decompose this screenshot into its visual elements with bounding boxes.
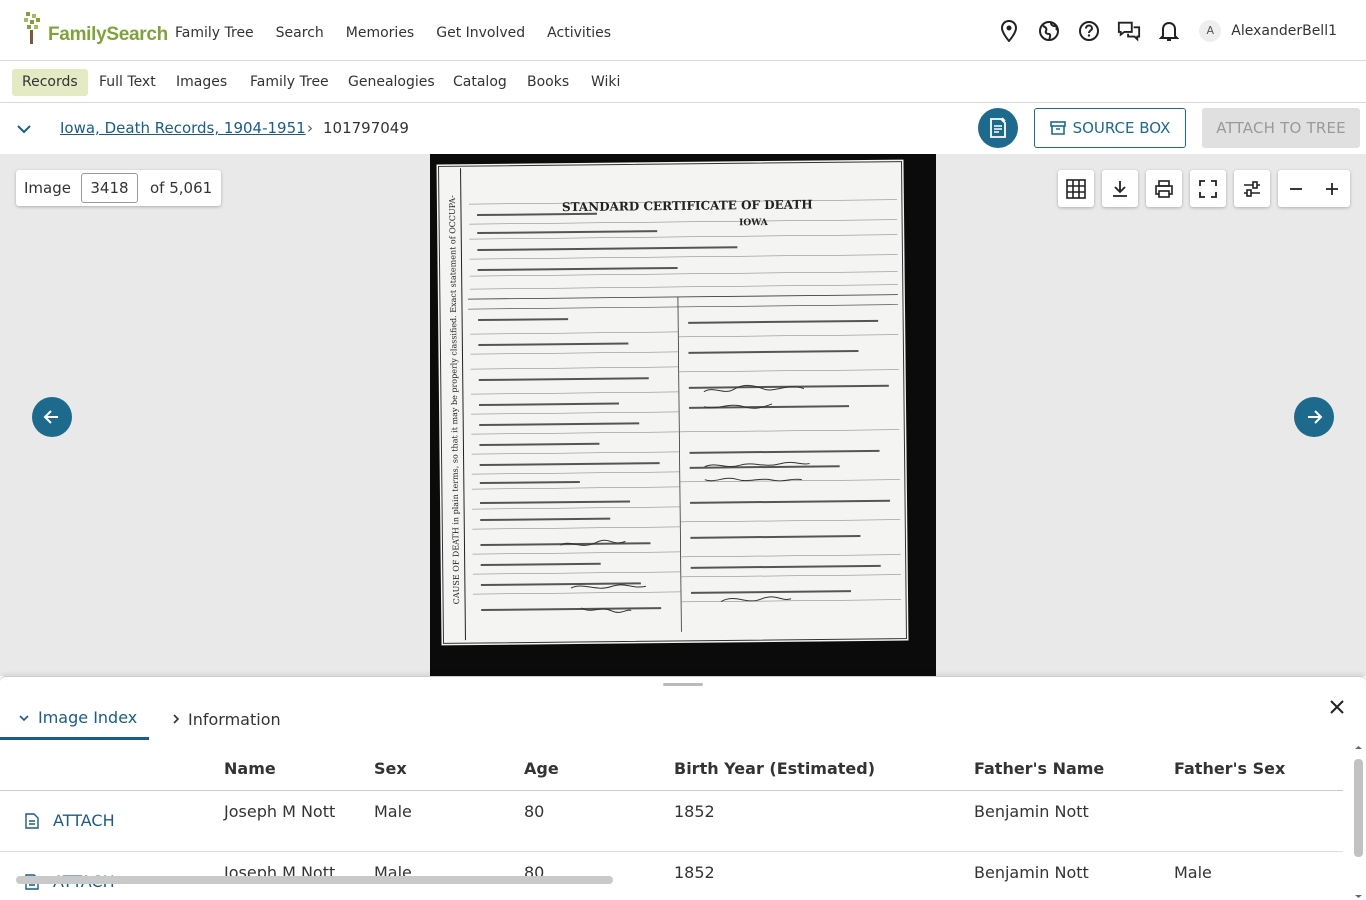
image-label: Image xyxy=(24,179,71,197)
nav-search[interactable]: Search xyxy=(276,25,324,41)
grid-icon xyxy=(1066,178,1086,199)
plus-icon xyxy=(1326,182,1338,195)
nav-memories[interactable]: Memories xyxy=(346,25,414,41)
main-nav: Family Tree Search Memories Get Involved… xyxy=(175,25,633,41)
tab-information-label: Information xyxy=(188,709,281,729)
horizontal-scroll-thumb[interactable] xyxy=(16,876,613,884)
record-image[interactable]: CAUSE OF DEATH in plain terms, so that i… xyxy=(430,154,936,676)
table-row: ATTACH Joseph M Nott Male 80 1852 Benjam… xyxy=(0,791,1343,852)
previous-image-button[interactable] xyxy=(32,397,72,437)
cell-fathers-name: Benjamin Nott xyxy=(974,863,1089,882)
column-header-fathers-name[interactable]: Father's Name xyxy=(974,759,1104,778)
adjust-image-button[interactable] xyxy=(1234,170,1270,207)
source-box-label: SOURCE BOX xyxy=(1072,119,1171,137)
sliders-icon xyxy=(1244,180,1260,197)
arrow-left-icon xyxy=(43,410,58,424)
tab-image-index-label: Image Index xyxy=(38,708,138,727)
cell-birth-year: 1852 xyxy=(674,802,715,821)
zoom-controls xyxy=(1278,170,1350,207)
column-header-age[interactable]: Age xyxy=(524,759,559,778)
cell-name: Joseph M Nott xyxy=(224,802,336,821)
print-button[interactable] xyxy=(1146,170,1182,207)
breadcrumb-separator: › xyxy=(307,119,313,137)
breadcrumb-collection-link[interactable]: Iowa, Death Records, 1904-1951 xyxy=(60,119,306,137)
subnav-wiki[interactable]: Wiki xyxy=(581,69,630,96)
cell-fathers-name: Benjamin Nott xyxy=(974,802,1089,821)
attach-label: ATTACH xyxy=(53,811,115,830)
cell-sex: Male xyxy=(374,802,412,821)
globe-icon[interactable] xyxy=(1037,19,1061,43)
source-box-button[interactable]: SOURCE BOX xyxy=(1034,108,1186,148)
death-certificate-scan: CAUSE OF DEATH in plain terms, so that i… xyxy=(436,159,909,646)
grid-view-button[interactable] xyxy=(1058,170,1094,207)
subnav-books[interactable]: Books xyxy=(517,69,579,96)
fullscreen-button[interactable] xyxy=(1190,170,1226,207)
help-icon[interactable] xyxy=(1077,19,1101,43)
download-button[interactable] xyxy=(1102,170,1138,207)
subnav-images[interactable]: Images xyxy=(166,69,237,96)
zoom-out-button[interactable] xyxy=(1281,174,1311,204)
nav-family-tree[interactable]: Family Tree xyxy=(175,25,254,41)
nav-activities[interactable]: Activities xyxy=(547,25,611,41)
tree-logo-icon xyxy=(24,12,40,44)
arrow-right-icon xyxy=(1308,410,1323,424)
zoom-in-button[interactable] xyxy=(1317,174,1347,204)
subnav-records[interactable]: Records xyxy=(12,69,88,96)
subnav-full-text[interactable]: Full Text xyxy=(89,69,166,96)
header-icons: A AlexanderBell1 xyxy=(997,0,1366,61)
archive-box-icon xyxy=(1049,121,1066,135)
certificate-state: IOWA xyxy=(739,217,768,229)
close-panel-button[interactable] xyxy=(1327,697,1347,717)
username[interactable]: AlexanderBell1 xyxy=(1231,23,1337,39)
panel-resize-handle[interactable] xyxy=(663,683,703,686)
image-number-control: Image of 5,061 xyxy=(16,170,221,206)
attach-link[interactable]: ATTACH xyxy=(25,811,115,830)
add-note-button[interactable] xyxy=(978,108,1018,148)
vertical-scroll-thumb[interactable] xyxy=(1354,759,1363,857)
document-edit-icon xyxy=(990,117,1006,138)
chevron-right-icon xyxy=(173,714,180,724)
column-header-birth-year[interactable]: Birth Year (Estimated) xyxy=(674,759,875,778)
close-icon xyxy=(1330,700,1344,714)
image-index-panel: Image Index Information Name Sex Age Bir… xyxy=(0,676,1366,900)
subnav-genealogies[interactable]: Genealogies xyxy=(338,69,445,96)
print-icon xyxy=(1155,179,1173,198)
notifications-bell-icon[interactable] xyxy=(1157,19,1181,43)
column-header-name[interactable]: Name xyxy=(224,759,276,778)
cell-fathers-sex: Male xyxy=(1174,863,1212,882)
records-subnav: Records Full Text Images Family Tree Gen… xyxy=(0,61,1366,103)
download-icon xyxy=(1113,180,1127,197)
tab-image-index[interactable]: Image Index xyxy=(0,698,149,740)
messages-icon[interactable] xyxy=(1117,19,1141,43)
column-header-fathers-sex[interactable]: Father's Sex xyxy=(1174,759,1285,778)
certificate-title: STANDARD CERTIFICATE OF DEATH xyxy=(561,197,813,215)
logo-text: FamilySearch xyxy=(48,24,168,45)
tab-information[interactable]: Information xyxy=(170,698,281,740)
minus-icon xyxy=(1290,187,1302,190)
cell-birth-year: 1852 xyxy=(674,863,715,882)
svg-text:CAUSE OF DEATH in plain terms,: CAUSE OF DEATH in plain terms, so that i… xyxy=(448,195,461,605)
image-number-input[interactable] xyxy=(80,173,138,203)
attach-to-tree-label: ATTACH TO TREE xyxy=(1216,119,1346,137)
column-header-sex[interactable]: Sex xyxy=(374,759,407,778)
avatar[interactable]: A xyxy=(1199,19,1222,42)
document-icon xyxy=(25,812,39,829)
location-pin-icon[interactable] xyxy=(997,19,1021,43)
familysearch-logo[interactable]: FamilySearch xyxy=(24,10,168,44)
subnav-family-tree[interactable]: Family Tree xyxy=(240,69,339,96)
breadcrumb-record-id: 101797049 xyxy=(323,119,409,137)
subnav-catalog[interactable]: Catalog xyxy=(443,69,517,96)
nav-get-involved[interactable]: Get Involved xyxy=(436,25,525,41)
image-total: of 5,061 xyxy=(149,179,213,197)
chevron-down-icon[interactable] xyxy=(14,119,34,139)
table-header: Name Sex Age Birth Year (Estimated) Fath… xyxy=(0,759,1343,791)
image-viewer[interactable]: CAUSE OF DEATH in plain terms, so that i… xyxy=(0,154,1366,676)
top-header: FamilySearch Family Tree Search Memories… xyxy=(0,0,1366,61)
fullscreen-icon xyxy=(1199,179,1217,198)
attach-to-tree-button[interactable]: ATTACH TO TREE xyxy=(1202,108,1360,148)
chevron-down-icon xyxy=(19,714,29,721)
next-image-button[interactable] xyxy=(1294,397,1334,437)
cell-age: 80 xyxy=(524,802,545,821)
